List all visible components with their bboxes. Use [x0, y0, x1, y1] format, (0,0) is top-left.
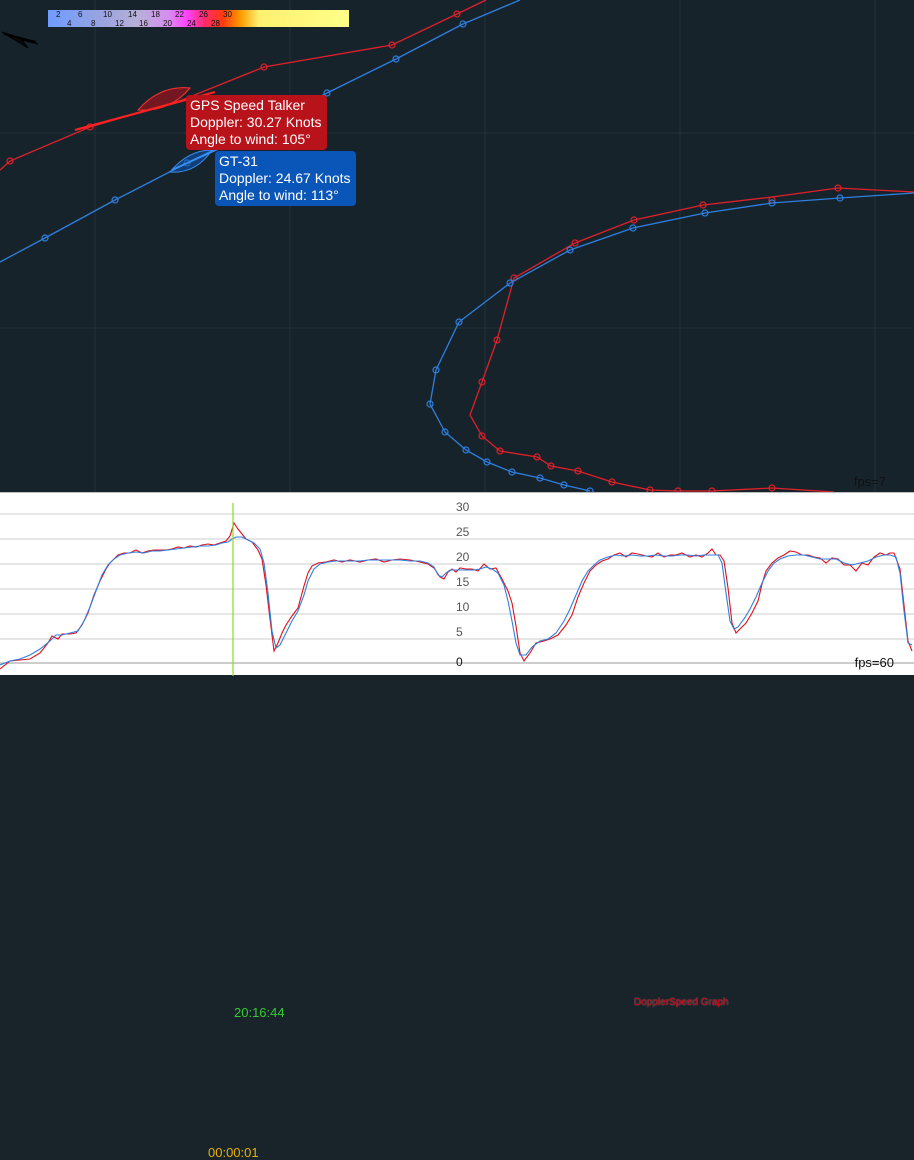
y-tick-label: 25	[456, 525, 470, 539]
boat-name: GT-31	[219, 153, 258, 169]
scale-label: 12	[115, 19, 124, 28]
boat-speed: Doppler: 30.27 Knots	[190, 114, 322, 130]
scale-label: 14	[128, 10, 137, 19]
scale-label: 30	[223, 10, 232, 19]
scale-label: 16	[139, 19, 148, 28]
y-tick-label: 20	[456, 550, 470, 564]
scale-label: 26	[199, 10, 208, 19]
y-tick-label: 15	[456, 575, 470, 589]
scale-label: 24	[187, 19, 196, 28]
graph-title: DopplerSpeed Graph	[634, 997, 729, 1008]
y-tick-label: 10	[456, 600, 470, 614]
boat-angle: Angle to wind: 113°	[219, 187, 339, 203]
y-tick-label: 0	[456, 655, 463, 669]
map-fps-readout: fps=7	[853, 474, 886, 489]
y-tick-label: 30	[456, 500, 470, 514]
scale-label: 22	[175, 10, 184, 19]
scale-label: 8	[91, 19, 96, 28]
graph-fps-readout: fps=60	[854, 655, 894, 670]
scale-label: 4	[67, 19, 72, 28]
cursor-elapsed-time: 00:00:01	[208, 1145, 259, 1160]
gt31-callout[interactable]: GT-31 Doppler: 24.67 Knots Angle to wind…	[215, 151, 356, 206]
gps-speed-talker-speed-line	[0, 521, 913, 670]
scale-label: 28	[211, 19, 220, 28]
scale-label: 6	[78, 10, 83, 19]
scale-label: 2	[56, 10, 61, 19]
boat-speed: Doppler: 24.67 Knots	[219, 170, 351, 186]
gps-speed-talker-callout[interactable]: GPS Speed Talker Doppler: 30.27 Knots An…	[186, 95, 327, 150]
scale-label: 10	[103, 10, 112, 19]
gt31-track-turn	[429, 192, 914, 492]
boat-angle: Angle to wind: 105°	[190, 131, 311, 147]
scale-label: 20	[163, 19, 172, 28]
cursor-clock-time: 20:16:44	[234, 1005, 285, 1020]
boat-name: GPS Speed Talker	[190, 97, 305, 113]
wind-speed-scale: 2 6 10 14 18 22 26 30 4 8 12 16 20 24 28	[48, 10, 349, 28]
y-tick-label: 5	[456, 625, 463, 639]
scale-label: 18	[151, 10, 160, 19]
track-map[interactable]	[0, 0, 914, 495]
gt31-boat-icon[interactable]	[169, 147, 221, 173]
map-view[interactable]: 2 6 10 14 18 22 26 30 4 8 12 16 20 24 28…	[0, 0, 914, 495]
wind-direction-arrow-icon	[1, 31, 39, 49]
doppler-speed-graph[interactable]: DopplerSpeed Graph 20:16:44 00:00:01 fps…	[0, 492, 914, 1160]
gps-speed-talker-track-turn	[469, 187, 914, 493]
